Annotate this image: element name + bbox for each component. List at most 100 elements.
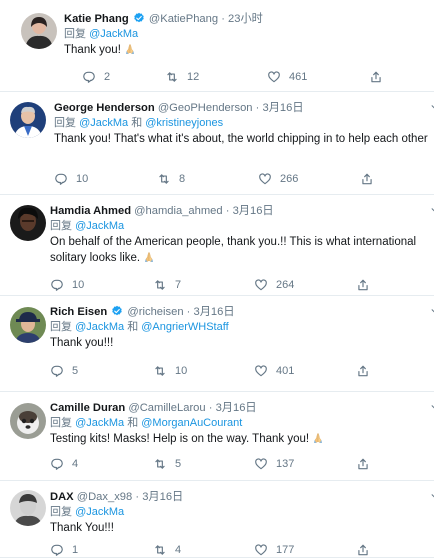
like-count: 266: [280, 173, 299, 185]
like-button[interactable]: 266: [258, 170, 298, 188]
tweet[interactable]: Hamdia Ahmed @hamdia_ahmed · 3月16日 回复 @Ja…: [0, 195, 434, 296]
retweet-icon: [157, 172, 179, 186]
avatar[interactable]: [10, 102, 46, 138]
reply-prefix: 回复: [50, 321, 72, 333]
reply-button[interactable]: 5: [50, 362, 78, 380]
mention-link[interactable]: @JackMa: [75, 506, 124, 518]
avatar[interactable]: [10, 307, 46, 343]
mention-link[interactable]: @JackMa: [89, 28, 138, 40]
display-name[interactable]: Rich Eisen: [50, 306, 107, 318]
tweet-body-text: Thank you!!!: [50, 337, 114, 349]
heart-icon: [254, 364, 276, 378]
reply-context: 回复 @JackMa 和 @kristineyjones: [54, 116, 428, 131]
reply-conjunction: 和: [127, 417, 139, 429]
tweet-text: On behalf of the American people, thank …: [50, 234, 428, 266]
like-button[interactable]: 264: [254, 276, 294, 294]
retweet-button[interactable]: 5: [153, 455, 181, 473]
retweet-count: 8: [179, 173, 186, 185]
timestamp[interactable]: 3月16日: [262, 102, 303, 114]
share-button[interactable]: [360, 170, 382, 188]
tweet-body-text: Testing kits! Masks! Help is on the way.…: [50, 433, 310, 445]
separator-dot: ·: [135, 491, 140, 503]
user-handle[interactable]: @GeoPHenderson: [158, 102, 253, 114]
share-button[interactable]: [356, 455, 378, 473]
share-button[interactable]: [369, 68, 391, 86]
retweet-button[interactable]: 10: [153, 362, 187, 380]
user-handle[interactable]: @hamdia_ahmed: [134, 205, 222, 217]
timestamp[interactable]: 3月16日: [194, 306, 235, 318]
reply-count: 10: [76, 173, 89, 185]
tweet-actions: 10 8 266: [0, 170, 434, 188]
retweet-button[interactable]: 4: [153, 541, 181, 559]
reply-icon: [50, 278, 72, 292]
tweet[interactable]: Katie Phang @KatiePhang · 23小时 回复 @JackMa…: [0, 0, 434, 92]
timestamp[interactable]: 3月16日: [233, 205, 274, 217]
tweet-text: Thank you!: [64, 42, 428, 58]
reply-icon: [50, 543, 72, 557]
user-handle[interactable]: @richeisen: [127, 306, 183, 318]
retweet-button[interactable]: 8: [157, 170, 185, 188]
reply-button[interactable]: 1: [50, 541, 78, 559]
reply-count: 4: [72, 458, 79, 470]
retweet-count: 4: [175, 544, 182, 556]
mention-link[interactable]: @JackMa: [75, 417, 124, 429]
mention-link[interactable]: @JackMa: [79, 117, 128, 129]
share-button[interactable]: [356, 541, 378, 559]
folded-hands-emoji: [314, 433, 323, 443]
reply-prefix: 回复: [50, 220, 72, 232]
reply-button[interactable]: 10: [50, 276, 84, 294]
user-handle[interactable]: @KatiePhang: [149, 13, 218, 25]
like-button[interactable]: 401: [254, 362, 294, 380]
share-icon: [369, 70, 391, 84]
separator-dot: ·: [221, 13, 225, 25]
timestamp[interactable]: 3月16日: [216, 402, 257, 414]
retweet-button[interactable]: 12: [165, 68, 199, 86]
display-name[interactable]: Camille Duran: [50, 402, 125, 414]
tweet-actions: 5 10 401: [0, 362, 434, 380]
retweet-button[interactable]: 7: [153, 276, 181, 294]
user-handle[interactable]: @CamilleLarou: [128, 402, 205, 414]
avatar[interactable]: [10, 490, 46, 526]
display-name[interactable]: Hamdia Ahmed: [50, 205, 131, 217]
tweet-content: Rich Eisen @richeisen · 3月16日 回复 @JackMa …: [50, 305, 428, 351]
reply-icon: [82, 70, 104, 84]
tweet-header: George Henderson @GeoPHenderson · 3月16日: [54, 101, 428, 116]
reply-button[interactable]: 2: [82, 68, 110, 86]
share-button[interactable]: [356, 362, 378, 380]
avatar[interactable]: [21, 13, 57, 49]
timestamp[interactable]: 3月16日: [142, 491, 183, 503]
mention-link[interactable]: @JackMa: [75, 220, 124, 232]
reply-button[interactable]: 10: [54, 170, 88, 188]
tweet-actions: 1 4 177: [0, 541, 434, 559]
display-name[interactable]: DAX: [50, 491, 74, 503]
timestamp[interactable]: 23小时: [228, 13, 263, 25]
reply-count: 1: [72, 544, 79, 556]
reply-icon: [50, 457, 72, 471]
heart-icon: [267, 70, 289, 84]
reply-context: 回复 @JackMa 和 @MorganAuCourant: [50, 416, 428, 431]
like-button[interactable]: 177: [254, 541, 294, 559]
display-name[interactable]: George Henderson: [54, 102, 155, 114]
reply-button[interactable]: 4: [50, 455, 78, 473]
avatar[interactable]: [10, 403, 46, 439]
tweet[interactable]: George Henderson @GeoPHenderson · 3月16日回…: [0, 92, 434, 195]
avatar[interactable]: [10, 205, 46, 241]
tweet[interactable]: Camille Duran @CamilleLarou · 3月16日 回复 @J…: [0, 392, 434, 481]
mention-link[interactable]: @kristineyjones: [145, 117, 223, 129]
tweet-header: Katie Phang @KatiePhang · 23小时: [64, 12, 428, 27]
mention-link[interactable]: @JackMa: [75, 321, 124, 333]
mention-link[interactable]: @MorganAuCourant: [141, 417, 242, 429]
like-button[interactable]: 461: [267, 68, 307, 86]
share-button[interactable]: [356, 276, 378, 294]
tweet-body-text: Thank you!: [64, 44, 121, 56]
user-handle[interactable]: @Dax_x98: [77, 491, 133, 503]
mention-link[interactable]: @AngrierWHStaff: [141, 321, 228, 333]
tweet[interactable]: DAX @Dax_x98 · 3月16日 回复 @JackMa Thank You!…: [0, 481, 434, 558]
tweet-content: Katie Phang @KatiePhang · 23小时 回复 @JackMa…: [64, 12, 428, 58]
reply-icon: [54, 172, 76, 186]
display-name[interactable]: Katie Phang: [64, 13, 129, 25]
heart-icon: [254, 278, 276, 292]
like-button[interactable]: 137: [254, 455, 294, 473]
tweet[interactable]: Rich Eisen @richeisen · 3月16日 回复 @JackMa …: [0, 296, 434, 392]
tweet-body-text: On behalf of the American people, thank …: [50, 236, 417, 264]
